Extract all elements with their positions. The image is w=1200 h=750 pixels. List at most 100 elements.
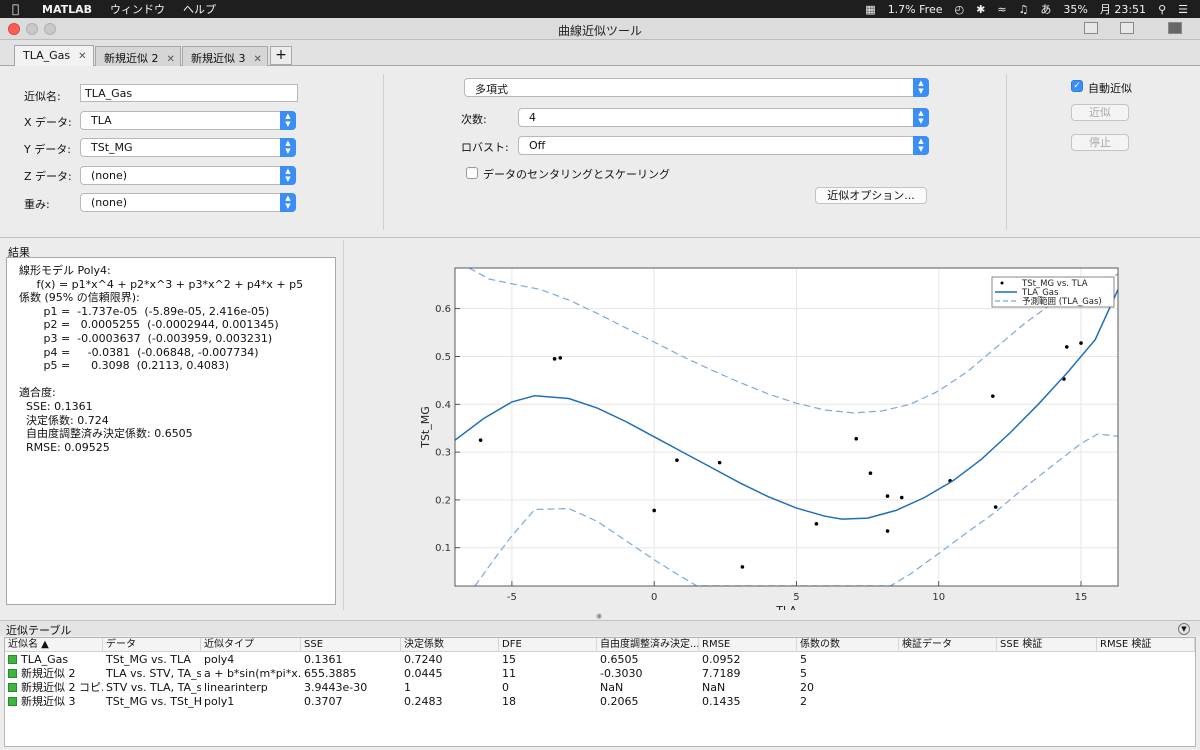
fit-options-button[interactable]: 近似オプション... <box>815 187 927 204</box>
table-cell: 0.7240 <box>404 653 443 666</box>
notification-center-icon[interactable]: ☰ <box>1178 3 1188 16</box>
close-tab-icon[interactable]: ✕ <box>167 54 175 65</box>
tab-new-fit-3[interactable]: 新規近似 3 ✕ <box>182 46 268 66</box>
table-cell: 15 <box>502 653 516 666</box>
menu-help[interactable]: ヘルプ <box>183 1 216 17</box>
apple-icon[interactable]:  <box>12 2 24 16</box>
bluetooth-icon[interactable]: ✱ <box>976 3 985 16</box>
fit-button[interactable]: 近似 <box>1071 104 1129 121</box>
column-header[interactable]: RMSE <box>699 638 797 652</box>
splitter-handle-icon[interactable]: ◉ <box>596 612 602 620</box>
weights-select[interactable]: (none) ▲ ▼ <box>80 193 296 212</box>
clock[interactable]: 月 23:51 <box>1100 1 1146 17</box>
tab-tla-gas[interactable]: TLA_Gas ✕ <box>14 45 94 67</box>
popup-arrows-icon: ▲ ▼ <box>280 166 296 185</box>
fit-name-field[interactable]: TLA_Gas <box>80 84 298 102</box>
column-header[interactable]: 検証データ <box>899 638 997 652</box>
results-line: 線形モデル Poly4: <box>19 264 111 277</box>
column-header[interactable]: SSE 検証 <box>997 638 1097 652</box>
close-tab-icon[interactable]: ✕ <box>254 54 262 65</box>
data-point <box>675 458 679 463</box>
y-tick-label: 0.6 <box>435 304 451 315</box>
close-tab-icon[interactable]: ✕ <box>78 51 86 62</box>
x-tick-label: 10 <box>932 592 945 603</box>
table-cell: 0.1361 <box>304 653 343 666</box>
spotlight-search-icon[interactable]: ⚲ <box>1158 3 1166 16</box>
column-header[interactable]: 係数の数 <box>797 638 899 652</box>
input-method-indicator[interactable]: あ <box>1040 1 1051 17</box>
results-panel[interactable]: 線形モデル Poly4: f(x) = p1*x^4 + p2*x^3 + p3… <box>6 257 336 605</box>
weights-label: 重み: <box>24 198 50 211</box>
results-line: 適合度: <box>19 386 56 400</box>
y-tick-label: 0.3 <box>435 448 451 459</box>
fit-tabs: TLA_Gas ✕ 新規近似 2 ✕ 新規近似 3 ✕ + <box>0 40 1200 67</box>
results-line: p1 = -1.737e-05 (-5.89e-05, 2.416e-05) <box>19 304 270 318</box>
results-line: 決定係数: 0.724 <box>19 413 109 427</box>
toolbar-toggle-icon[interactable] <box>1168 22 1182 34</box>
fit-name-cell: 新規近似 3 <box>5 695 103 709</box>
column-header[interactable]: 近似タイプ <box>201 638 301 652</box>
data-point <box>868 471 873 475</box>
add-tab-button[interactable]: + <box>270 46 292 65</box>
menu-window[interactable]: ウィンドウ <box>110 1 165 17</box>
table-row[interactable]: 新規近似 3 TSt_MG vs. TSt_H...poly1 0.3707 0.24… <box>5 695 1195 709</box>
x-data-select[interactable]: TLA ▲ ▼ <box>80 111 296 130</box>
x-tick-label: 15 <box>1075 592 1088 603</box>
collapse-icon[interactable]: ▼ <box>1178 623 1190 635</box>
tab-new-fit-2[interactable]: 新規近似 2 ✕ <box>95 46 181 66</box>
degree-select[interactable]: 4 ▲ ▼ <box>518 108 929 127</box>
data-point <box>1064 345 1069 349</box>
data-point <box>1079 341 1083 345</box>
column-header[interactable]: 近似名 ▲ <box>5 638 103 652</box>
table-row[interactable]: 新規近似 2 TLA vs. STV, TA_s...a + b*sin(m*pi… <box>5 667 1195 681</box>
fit-type-select[interactable]: 多項式 ▲ ▼ <box>464 78 929 97</box>
column-header[interactable]: SSE <box>301 638 401 652</box>
table-cell <box>899 667 997 681</box>
table-cell: 0 <box>502 681 509 694</box>
cell-text: 新規近似 2 <box>21 667 76 680</box>
divider <box>1006 74 1007 230</box>
column-header[interactable]: DFE <box>499 638 597 652</box>
table-cell: 0.2065 <box>600 695 639 708</box>
window-title-bar: 曲線近似ツール <box>0 18 1200 40</box>
column-header[interactable]: 決定係数 <box>401 638 499 652</box>
layout-icon[interactable] <box>1084 22 1098 34</box>
column-header[interactable]: データ <box>103 638 201 652</box>
memory-status[interactable]: 1.7% Free <box>888 3 943 16</box>
volume-icon[interactable]: ♫ <box>1019 3 1029 16</box>
table-cell <box>997 653 1097 667</box>
auto-fit-checkbox[interactable]: ✓ <box>1071 80 1083 92</box>
y-data-value: TSt_MG <box>91 141 133 154</box>
column-header[interactable]: 自由度調整済み決定... <box>597 638 699 652</box>
table-cell <box>1097 681 1195 695</box>
wifi-icon[interactable]: ≈ <box>997 3 1006 16</box>
robust-label: ロバスト: <box>461 141 509 154</box>
menu-app-name[interactable]: MATLAB <box>42 3 92 16</box>
fit-name-cell: 新規近似 2 <box>5 667 103 681</box>
column-header[interactable]: RMSE 検証 <box>1097 638 1195 652</box>
y-data-select[interactable]: TSt_MG ▲ ▼ <box>80 138 296 157</box>
battery-percent[interactable]: 35% <box>1063 3 1087 16</box>
tab-label: 新規近似 3 <box>191 52 246 65</box>
table-cell <box>899 681 997 695</box>
table-cell: a + b*sin(m*pi*x... <box>204 667 301 680</box>
time-machine-icon[interactable]: ◴ <box>954 3 964 16</box>
robust-select[interactable]: Off ▲ ▼ <box>518 136 929 155</box>
data-point <box>899 495 904 500</box>
table-row[interactable]: TLA_Gas TSt_MG vs. TLA poly4 0.1361 0.7240 15… <box>5 653 1195 667</box>
stop-button[interactable]: 停止 <box>1071 134 1129 151</box>
table-cell: NaN <box>702 681 726 694</box>
table-cell: 0.0445 <box>404 667 443 680</box>
table-row[interactable]: 新規近似 2 コピ...STV vs. TLA, TA_s...linearin… <box>5 681 1195 695</box>
fit-name-cell: 新規近似 2 コピ... <box>5 681 103 695</box>
table-cell: linearinterp <box>204 681 268 694</box>
fit-type-value: 多項式 <box>475 83 508 96</box>
data-point <box>478 438 483 442</box>
table-cell: 2 <box>800 695 807 708</box>
data-point <box>993 505 998 509</box>
table-cell: -0.3030 <box>600 667 643 680</box>
layout-icon[interactable] <box>1120 22 1134 34</box>
z-data-select[interactable]: (none) ▲ ▼ <box>80 166 296 185</box>
fit-plot[interactable]: -50510150.10.20.30.40.50.6TLATSt_MGTSt_M… <box>344 240 1200 610</box>
center-scale-checkbox[interactable] <box>466 167 478 179</box>
